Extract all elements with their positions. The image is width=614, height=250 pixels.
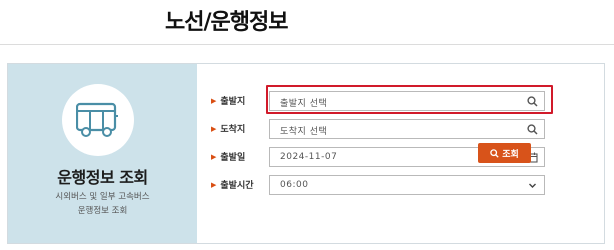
bus-icon (76, 102, 118, 137)
search-button-label: 조회 (502, 149, 519, 160)
arrow-icon: ▶ (211, 153, 217, 161)
date-value: 2024-11-07 (280, 152, 338, 162)
time-label: ▶ 출발시간 (211, 181, 254, 191)
arrow-icon: ▶ (211, 125, 217, 133)
time-value: 06:00 (280, 180, 309, 190)
search-icon (490, 148, 499, 158)
page-title: 노선/운행정보 (165, 10, 288, 35)
intro-title: 운행정보 조회 (57, 168, 148, 187)
title-divider (0, 44, 614, 45)
date-label: ▶ 출발일 (211, 153, 246, 163)
time-select[interactable]: 06:00 (269, 175, 545, 195)
arrow-icon: ▶ (211, 181, 217, 189)
arrival-field[interactable]: 도착지 선택 (269, 119, 545, 139)
arrow-icon: ▶ (211, 97, 217, 105)
arrival-label: ▶ 도착지 (211, 125, 246, 135)
chevron-down-icon[interactable] (527, 180, 538, 191)
search-icon[interactable] (527, 124, 538, 135)
intro-box: 운행정보 조회 시외버스 및 일부 고속버스 운행정보 조회 (8, 64, 197, 243)
search-button[interactable]: 조회 (478, 143, 531, 163)
departure-label: ▶ 출발지 (211, 97, 246, 107)
departure-highlight-frame (266, 85, 553, 114)
intro-subtitle-line2: 운행정보 조회 (77, 206, 128, 216)
intro-subtitle: 시외버스 및 일부 고속버스 운행정보 조회 (8, 190, 197, 218)
arrival-placeholder: 도착지 선택 (280, 127, 328, 137)
intro-subtitle-line1: 시외버스 및 일부 고속버스 (55, 192, 150, 202)
bus-icon-circle (62, 84, 134, 156)
